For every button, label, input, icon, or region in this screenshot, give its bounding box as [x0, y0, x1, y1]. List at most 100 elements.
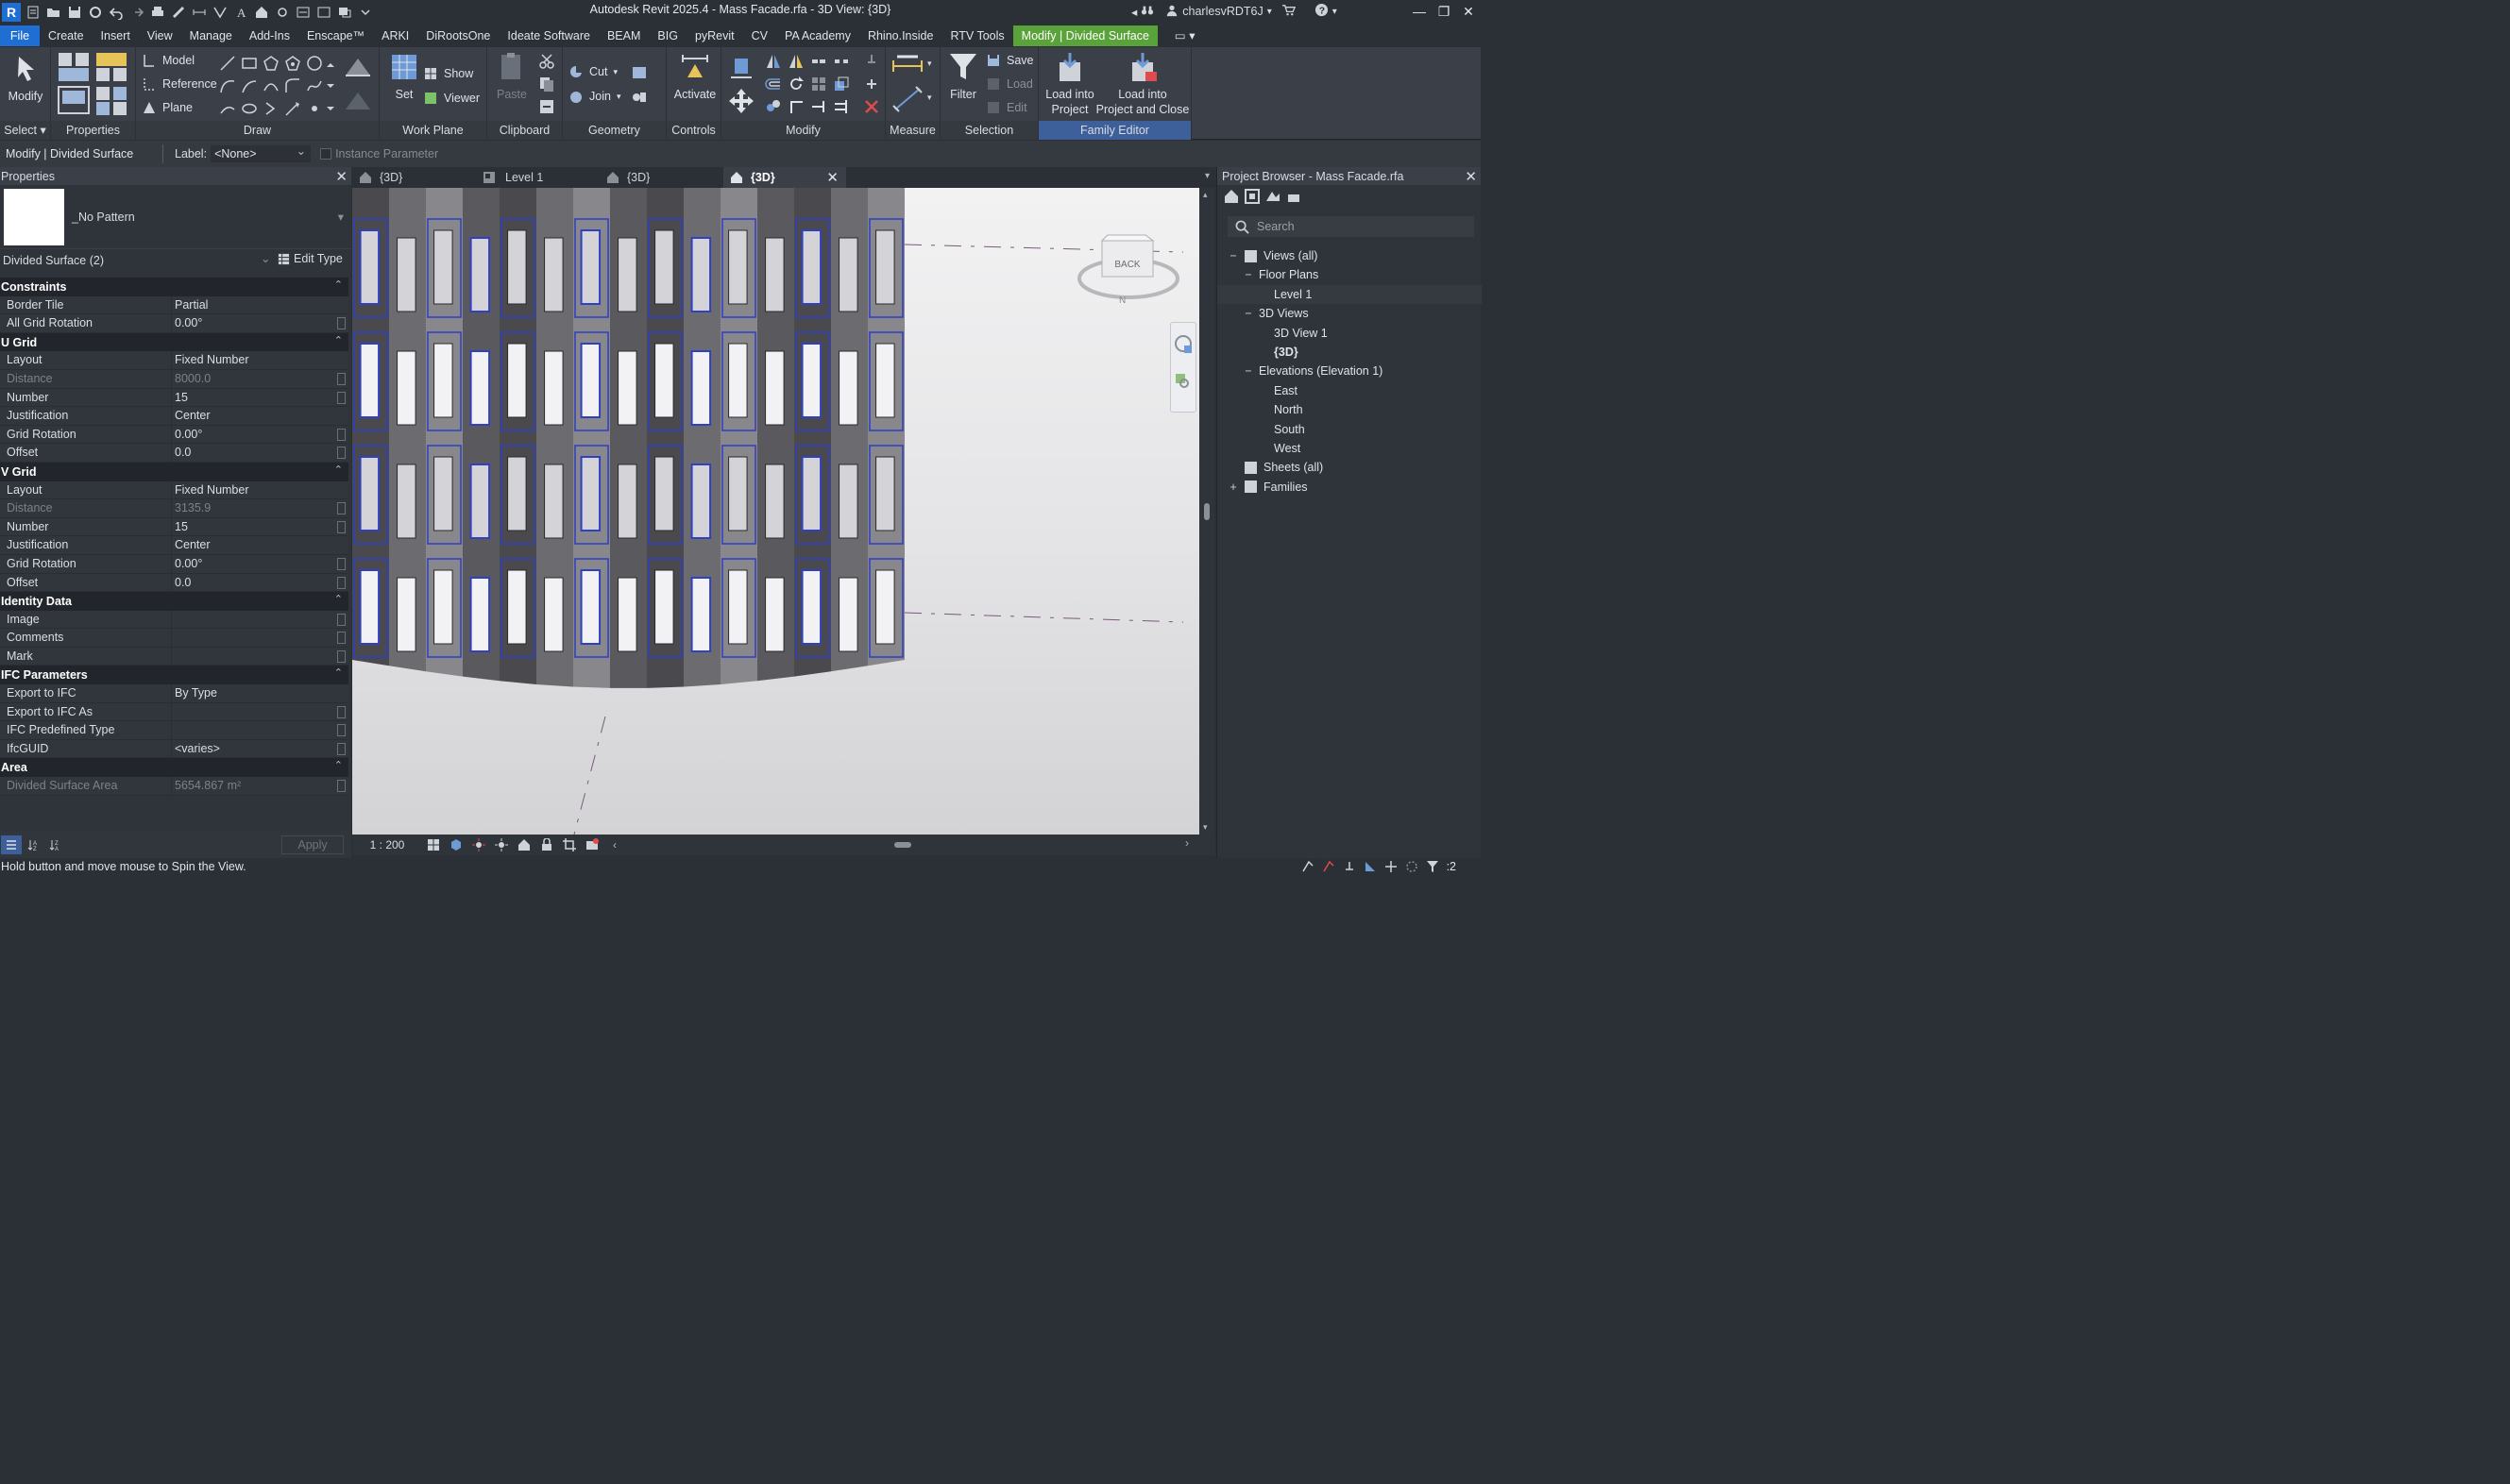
load-selection-button[interactable]: Load — [986, 76, 1033, 92]
property-value[interactable]: By Type — [172, 684, 348, 702]
facade-panel-opening[interactable] — [654, 343, 674, 418]
restore-icon[interactable]: ❐ — [1432, 0, 1456, 23]
collapse-group-icon[interactable]: ⌃ — [334, 278, 343, 291]
draw-scroll-down-icon[interactable] — [325, 77, 336, 94]
facade-panel-opening[interactable] — [654, 569, 674, 645]
cut-scissors-icon[interactable] — [538, 53, 555, 70]
associate-parameter-icon[interactable] — [337, 649, 346, 663]
facade-panel-opening[interactable] — [397, 464, 416, 539]
property-value[interactable] — [172, 721, 348, 739]
split-with-gap-icon[interactable] — [833, 53, 850, 70]
associate-parameter-icon[interactable] — [337, 502, 346, 515]
tab-add-ins[interactable]: Add-Ins — [241, 25, 298, 46]
categorize-icon[interactable] — [1, 835, 22, 854]
facade-panel-opening[interactable] — [765, 577, 785, 652]
tab-enscape[interactable]: Enscape™ — [298, 25, 373, 46]
help-dropdown-icon[interactable]: ▾ — [1332, 7, 1337, 17]
facade-panel-opening[interactable] — [544, 237, 564, 312]
facade-panel-opening[interactable] — [544, 464, 564, 539]
property-value[interactable]: 0.00° — [172, 426, 348, 444]
activate-button[interactable]: Activate — [670, 51, 720, 102]
vertical-scrollbar[interactable]: ▴ ▾ — [1199, 188, 1214, 835]
home-icon[interactable] — [23, 3, 43, 22]
facade-panel-opening[interactable] — [397, 237, 416, 312]
chevron-down-icon[interactable]: ⌄ — [261, 251, 270, 265]
rectangle-tool-icon[interactable] — [241, 55, 258, 72]
property-value[interactable] — [172, 703, 348, 721]
collapse-group-icon[interactable]: ⌃ — [334, 464, 343, 476]
facade-panel-opening[interactable] — [359, 343, 381, 418]
instance-parameter-checkbox[interactable]: Instance Parameter — [320, 147, 438, 160]
measure-icon[interactable] — [168, 3, 189, 22]
customize-qat-icon[interactable] — [355, 3, 376, 22]
browser-node[interactable]: Level 1 — [1217, 284, 1482, 304]
facade-panel-opening[interactable] — [765, 464, 785, 539]
facade-panel-opening[interactable] — [359, 456, 381, 531]
property-value[interactable] — [172, 629, 348, 647]
user-dropdown-icon[interactable]: ▾ — [1267, 7, 1272, 17]
facade-panel-opening[interactable] — [507, 229, 527, 305]
facade-panel-opening[interactable] — [654, 229, 674, 305]
tab-file[interactable]: File — [0, 25, 40, 46]
spline-tool-icon[interactable] — [306, 77, 323, 94]
tab-insert[interactable]: Insert — [93, 25, 139, 46]
trim-extend-single-icon[interactable] — [810, 98, 827, 115]
facade-panel-opening[interactable] — [433, 229, 453, 305]
load-into-project-button[interactable]: Load into Project — [1041, 51, 1099, 117]
tab-ideate-software[interactable]: Ideate Software — [499, 25, 599, 46]
offset-icon[interactable] — [765, 76, 782, 93]
associate-parameter-icon[interactable] — [337, 576, 346, 589]
property-value[interactable]: Center — [172, 407, 348, 425]
browser-node[interactable]: Sheets (all) — [1229, 458, 1323, 477]
property-value[interactable]: 15 — [172, 389, 348, 407]
scroll-up-icon[interactable]: ▴ — [1203, 190, 1208, 200]
sync-icon[interactable] — [85, 3, 106, 22]
pin-icon[interactable] — [863, 76, 880, 93]
view-tab-3d-active[interactable]: {3D} ✕ — [723, 167, 846, 188]
mass-facade-model[interactable] — [352, 188, 1199, 835]
tab-arki[interactable]: ARKI — [373, 25, 417, 46]
rotate-icon[interactable] — [788, 76, 805, 93]
property-group-header[interactable]: Constraints ⌃ — [0, 278, 348, 296]
horizontal-scroll-thumb[interactable] — [894, 842, 911, 848]
tab-cv[interactable]: CV — [743, 25, 776, 46]
associate-parameter-icon[interactable] — [337, 613, 346, 626]
circle-tool-icon[interactable] — [306, 55, 323, 72]
default-3d-icon[interactable] — [251, 3, 272, 22]
tab-create[interactable]: Create — [40, 25, 93, 46]
aligned-dimension-icon[interactable] — [891, 85, 925, 113]
mirror-draw-axis-icon[interactable] — [788, 53, 805, 70]
split-face-icon[interactable] — [631, 64, 648, 81]
draw-expand-icon[interactable] — [325, 100, 336, 117]
filter-status-icon[interactable] — [1426, 860, 1439, 873]
undo-icon[interactable] — [106, 3, 127, 22]
facade-panel-opening[interactable] — [469, 237, 491, 312]
section-icon[interactable] — [272, 3, 293, 22]
select-by-face-icon[interactable] — [1364, 860, 1377, 873]
associate-parameter-icon[interactable] — [337, 317, 346, 330]
background-process-icon[interactable] — [1405, 860, 1418, 873]
label-dropdown[interactable]: <None> — [211, 143, 312, 162]
chevron-left-icon[interactable]: ◂ — [1131, 5, 1137, 19]
thin-lines-icon[interactable] — [293, 3, 314, 22]
edit-type-button[interactable]: Edit Type — [278, 252, 343, 265]
tangent-arc-icon[interactable] — [263, 77, 280, 94]
inscribed-polygon-icon[interactable] — [263, 55, 280, 72]
set-work-plane-button[interactable]: Set — [385, 51, 423, 102]
facade-panel-opening[interactable] — [654, 456, 674, 531]
facade-panel-opening[interactable] — [728, 343, 748, 418]
property-group-header[interactable]: Area ⌃ — [0, 758, 348, 778]
facade-panel-opening[interactable] — [433, 456, 453, 531]
user-name[interactable]: charlesvRDT6J — [1182, 5, 1263, 18]
property-value[interactable] — [172, 648, 348, 666]
associate-parameter-icon[interactable] — [337, 780, 346, 793]
delete-icon[interactable] — [863, 98, 880, 115]
view-tab-level-1[interactable]: Level 1 — [476, 167, 600, 188]
property-group-header[interactable]: IFC Parameters ⌃ — [0, 666, 348, 685]
facade-panel-opening[interactable] — [690, 577, 712, 652]
associate-parameter-icon[interactable] — [337, 724, 346, 737]
associate-parameter-icon[interactable] — [337, 447, 346, 460]
browser-node[interactable]: East — [1259, 381, 1297, 400]
visual-style-icon[interactable] — [445, 836, 467, 853]
view-tab-3d-1[interactable]: {3D} — [352, 167, 476, 188]
